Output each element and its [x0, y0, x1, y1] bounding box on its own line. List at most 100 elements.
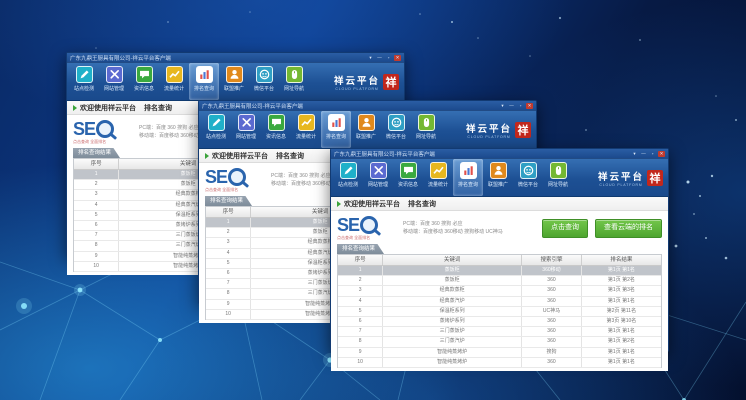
tools-icon	[370, 162, 387, 179]
title-bar[interactable]: 广东九鼎王厨具有限公司-祥云平台客户端 ▾ — ▫ ✕	[67, 53, 404, 63]
toolbar-item-label: 微信平台	[386, 133, 406, 140]
magnifier-icon	[360, 216, 378, 234]
table-cell: 2	[206, 228, 251, 237]
table-cell: 蒸烤炉系列	[383, 317, 522, 326]
skin-icon[interactable]: ▾	[631, 151, 638, 157]
toolbar-item[interactable]: 资讯信息	[261, 111, 291, 148]
table-row[interactable]: 5保温柜系列UC神马第2页 第11名	[338, 307, 661, 317]
toolbar-item[interactable]: 流量统计	[291, 111, 321, 148]
bar-chart-icon	[328, 114, 345, 131]
table-row[interactable]: 9智能纯蒸烤炉搜狗第1页 第1名	[338, 348, 661, 358]
toolbar-item[interactable]: 站点检测	[201, 111, 231, 148]
tab-ranking-results[interactable]: 排名查询结果	[337, 244, 384, 254]
welcome-text: 欢迎使用祥云平台 排名查询	[212, 151, 304, 161]
tab-ranking-results[interactable]: 排名查询结果	[205, 196, 252, 206]
table-row[interactable]: 4经典蒸汽炉360第1页 第1名	[338, 297, 661, 307]
close-icon[interactable]: ✕	[658, 151, 665, 157]
close-icon[interactable]: ✕	[394, 55, 401, 61]
toolbar-item-label: 资讯信息	[266, 133, 286, 140]
seo-logo: SE 点击查询 全面排名	[205, 168, 267, 193]
toolbar-item[interactable]: 资讯信息	[393, 159, 423, 196]
toolbar-item[interactable]: 排名查询	[189, 63, 219, 100]
toolbar-item[interactable]: 排名查询	[453, 159, 483, 196]
table-row[interactable]: 6蒸烤炉系列360第3页 第10名	[338, 317, 661, 327]
toolbar-item[interactable]: 网站管理	[231, 111, 261, 148]
close-icon[interactable]: ✕	[526, 103, 533, 109]
toolbar-item[interactable]: 网址导航	[279, 63, 309, 100]
title-bar[interactable]: 广东九鼎王厨具有限公司-祥云平台客户端 ▾ — ▫ ✕	[331, 149, 668, 159]
toolbar-item-label: 站点检测	[206, 133, 226, 140]
welcome-prefix: 欢迎使用祥云平台	[212, 153, 268, 160]
header-result: 排名结果	[582, 255, 661, 265]
mouse-icon	[550, 162, 567, 179]
header-no: 序号	[338, 255, 383, 265]
table-cell: 第1页 第2名	[582, 276, 661, 285]
table-cell: 智能纯蒸烤炉	[383, 348, 522, 357]
toolbar-item-label: 微信平台	[518, 181, 538, 188]
table-row[interactable]: 10智能纯蒸烤炉360第1页 第1名	[338, 358, 661, 368]
title-bar[interactable]: 广东九鼎王厨具有限公司-祥云平台客户端 ▾ — ▫ ✕	[199, 101, 536, 111]
table-row[interactable]: 1蒸饭柜360移动第1页 第1名	[338, 266, 661, 276]
minimize-icon[interactable]: —	[508, 103, 515, 109]
window-controls: ▾ — ▫ ✕	[631, 151, 665, 157]
toolbar-item[interactable]: 微信平台	[513, 159, 543, 196]
cloud-rank-button[interactable]: 查看云端的排名	[595, 219, 662, 238]
main-toolbar: 站点检测网站管理资讯信息流量统计排名查询联盟推广微信平台网址导航 祥云平台 CL…	[331, 159, 668, 197]
table-cell: 第1页 第1名	[582, 358, 661, 367]
maximize-icon[interactable]: ▫	[649, 151, 656, 157]
table-cell: 7	[74, 231, 119, 240]
toolbar-item[interactable]: 网址导航	[543, 159, 573, 196]
window-title: 广东九鼎王厨具有限公司-祥云平台客户端	[334, 150, 631, 158]
table-cell: 360	[522, 358, 582, 367]
table-cell: 搜狗	[522, 348, 582, 357]
toolbar-item[interactable]: 资讯信息	[129, 63, 159, 100]
toolbar-item-label: 排名查询	[326, 133, 346, 140]
table-row[interactable]: 3经典款蒸柜360第1页 第3名	[338, 286, 661, 296]
header-keyword: 关键词	[383, 255, 522, 265]
minimize-icon[interactable]: —	[640, 151, 647, 157]
toolbar-item[interactable]: 联盟推广	[483, 159, 513, 196]
table-cell: 7	[206, 279, 251, 288]
toolbar-item[interactable]: 站点检测	[69, 63, 99, 100]
table-cell: 6	[338, 317, 383, 326]
table-cell: 第1页 第1名	[582, 348, 661, 357]
toolbar-item[interactable]: 站点检测	[333, 159, 363, 196]
toolbar-item[interactable]: 微信平台	[249, 63, 279, 100]
toolbar-item[interactable]: 联盟推广	[219, 63, 249, 100]
skin-icon[interactable]: ▾	[499, 103, 506, 109]
maximize-icon[interactable]: ▫	[517, 103, 524, 109]
table-cell: 5	[74, 211, 119, 220]
result-tab-row: 排名查询结果	[337, 244, 662, 254]
toolbar-item[interactable]: 微信平台	[381, 111, 411, 148]
minimize-icon[interactable]: —	[376, 55, 383, 61]
table-cell: 9	[338, 348, 383, 357]
window-title: 广东九鼎王厨具有限公司-祥云平台客户端	[202, 102, 499, 110]
desktop-background: 广东九鼎王厨具有限公司-祥云平台客户端 ▾ — ▫ ✕ 站点检测网站管理资讯信息…	[0, 0, 746, 400]
table-cell: 10	[74, 262, 119, 271]
seo-wordmark: SE	[205, 168, 227, 186]
tab-ranking-results[interactable]: 排名查询结果	[73, 148, 120, 158]
toolbar-item[interactable]: 排名查询	[321, 111, 351, 148]
table-row[interactable]: 8三门蒸汽炉360第1页 第2名	[338, 337, 661, 347]
query-button[interactable]: 点击查询	[542, 219, 588, 238]
toolbar-item[interactable]: 网站管理	[363, 159, 393, 196]
toolbar-item-label: 流量统计	[428, 181, 448, 188]
maximize-icon[interactable]: ▫	[385, 55, 392, 61]
toolbar-item[interactable]: 流量统计	[159, 63, 189, 100]
toolbar-item-label: 资讯信息	[398, 181, 418, 188]
brand-seal-icon: 祥	[383, 74, 399, 90]
section-title: 排名查询	[276, 153, 304, 160]
toolbar-item[interactable]: 网址导航	[411, 111, 441, 148]
wechat-icon	[256, 66, 273, 83]
table-cell: 智能纯蒸烤炉	[383, 358, 522, 367]
skin-icon[interactable]: ▾	[367, 55, 374, 61]
toolbar-item[interactable]: 流量统计	[423, 159, 453, 196]
table-cell: 三门蒸汽炉	[383, 337, 522, 346]
toolbar-item[interactable]: 联盟推广	[351, 111, 381, 148]
table-row[interactable]: 7三门蒸饭炉360第1页 第1名	[338, 327, 661, 337]
toolbar-item[interactable]: 网站管理	[99, 63, 129, 100]
table-cell: 4	[206, 249, 251, 258]
seo-tagline: 点击查询 全面排名	[337, 235, 399, 241]
chat-bubble-icon	[400, 162, 417, 179]
table-row[interactable]: 2蒸饭柜360第1页 第2名	[338, 276, 661, 286]
